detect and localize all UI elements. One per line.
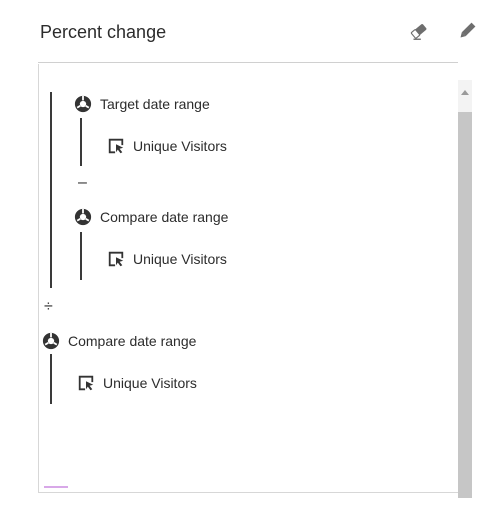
- metric-label: Unique Visitors: [133, 251, 227, 267]
- selection-indicator: [44, 486, 68, 488]
- segment-icon: [74, 208, 92, 226]
- segment-container-compare[interactable]: Compare date range: [74, 208, 228, 226]
- segment-label: Target date range: [100, 96, 210, 112]
- divide-operator[interactable]: ÷: [44, 298, 53, 316]
- segment-label: Compare date range: [68, 333, 197, 349]
- metric-item-compare[interactable]: Unique Visitors: [107, 250, 227, 268]
- target-container-line: [80, 118, 82, 166]
- panel-title: Percent change: [40, 22, 167, 42]
- segment-icon: [42, 332, 60, 350]
- metric-item-denominator[interactable]: Unique Visitors: [77, 374, 197, 392]
- metric-icon: [78, 375, 94, 391]
- header-divider: [38, 62, 458, 63]
- eraser-icon[interactable]: [408, 20, 430, 42]
- compare-container-line: [80, 232, 82, 280]
- pencil-icon[interactable]: [456, 20, 478, 42]
- numerator-bracket-line: [50, 92, 52, 288]
- formula-canvas[interactable]: [38, 64, 459, 493]
- metric-label: Unique Visitors: [133, 138, 227, 154]
- segment-container-target[interactable]: Target date range: [74, 95, 210, 113]
- scrollbar-thumb[interactable]: [458, 112, 472, 498]
- metric-label: Unique Visitors: [103, 375, 197, 391]
- metric-item-target[interactable]: Unique Visitors: [107, 137, 227, 155]
- segment-icon: [74, 95, 92, 113]
- segment-label: Compare date range: [100, 209, 229, 225]
- metric-icon: [108, 251, 124, 267]
- scroll-up-arrow-icon[interactable]: [461, 90, 469, 95]
- segment-container-denominator[interactable]: Compare date range: [42, 332, 196, 350]
- denominator-container-line: [50, 354, 52, 404]
- metric-icon: [108, 138, 124, 154]
- minus-operator[interactable]: –: [78, 174, 87, 192]
